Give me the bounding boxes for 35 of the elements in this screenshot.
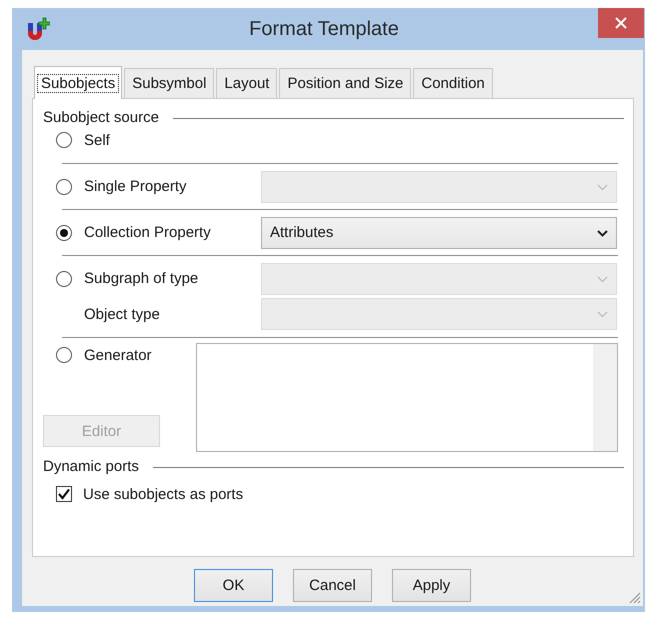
tab[interactable]: Condition: [413, 68, 493, 98]
checkbox[interactable]: [56, 486, 72, 502]
group-title: Dynamic ports: [43, 458, 139, 474]
tab[interactable]: Subsymbol: [124, 68, 214, 98]
radio-button[interactable]: [56, 224, 72, 240]
dialog-button[interactable]: Apply: [392, 569, 471, 602]
radio-button[interactable]: [56, 347, 72, 363]
app-icon: [26, 17, 50, 41]
option-label: Self: [84, 132, 110, 148]
field-label: Object type: [84, 306, 160, 322]
chevron-down-icon: [597, 274, 608, 282]
chevron-down-icon: [597, 182, 608, 190]
tab[interactable]: Layout: [216, 68, 278, 98]
group-title: Subobject source: [43, 108, 159, 126]
option-label: Subgraph of type: [84, 270, 198, 287]
option-label: Collection Property: [84, 224, 211, 241]
radio-button[interactable]: [56, 270, 72, 286]
tab[interactable]: Subobjects: [34, 66, 122, 99]
window-title: Format Template: [248, 18, 400, 40]
dialog-button[interactable]: OK: [194, 569, 273, 602]
resize-grip-icon[interactable]: [627, 590, 641, 604]
scrollbar[interactable]: [593, 344, 617, 451]
tab[interactable]: Position and Size: [279, 68, 412, 98]
dialog-button[interactable]: Cancel: [293, 569, 372, 602]
radio-button[interactable]: [56, 178, 72, 194]
close-icon: [615, 17, 627, 29]
radio-button[interactable]: [56, 132, 72, 148]
dropdown[interactable]: Attributes: [261, 216, 617, 248]
option-label: Generator: [84, 346, 152, 364]
option-label: Single Property: [84, 178, 187, 195]
checkmark-icon: [57, 487, 71, 501]
chevron-down-icon: [597, 228, 608, 236]
checkbox-label: Use subobjects as ports: [83, 486, 244, 502]
chevron-down-icon: [597, 310, 608, 318]
close-button[interactable]: [598, 8, 644, 38]
